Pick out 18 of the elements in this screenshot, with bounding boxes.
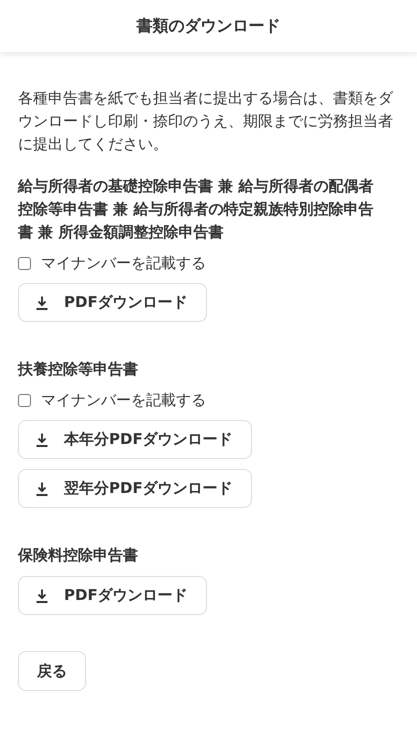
download-icon [34,432,50,448]
checkbox-label[interactable]: マイナンバーを記載する [41,390,206,410]
checkbox-label[interactable]: マイナンバーを記載する [41,253,206,273]
download-button[interactable]: 翌年分PDFダウンロード [18,469,252,508]
intro-text: 各種申告書を紙でも担当者に提出する場合は、書類をダウンロードし印刷・捺印のうえ、期限までに労務担当者に提出してください。 [18,88,394,155]
download-icon [34,588,50,604]
download-icon [34,294,50,310]
section-title: 給与所得者の基礎控除申告書 兼 給与所得者の配偶者控除等申告書 兼 給与所得者の特定親族特別控除申告書 兼 所得金額調整控除申告書 [18,176,374,243]
checkbox[interactable] [18,256,31,270]
section-title: 保険料控除申告書 [18,545,139,566]
download-button[interactable]: PDFダウンロード [18,576,207,615]
checkbox[interactable] [18,394,31,406]
section-title: 扶養控除等申告書 [18,359,139,380]
back-button[interactable]: 戻る [18,651,86,691]
page-title: 書類のダウンロード [136,16,280,36]
download-button[interactable]: 本年分PDFダウンロード [18,420,252,459]
download-icon [34,480,50,496]
download-button[interactable]: PDFダウンロード [18,283,207,322]
